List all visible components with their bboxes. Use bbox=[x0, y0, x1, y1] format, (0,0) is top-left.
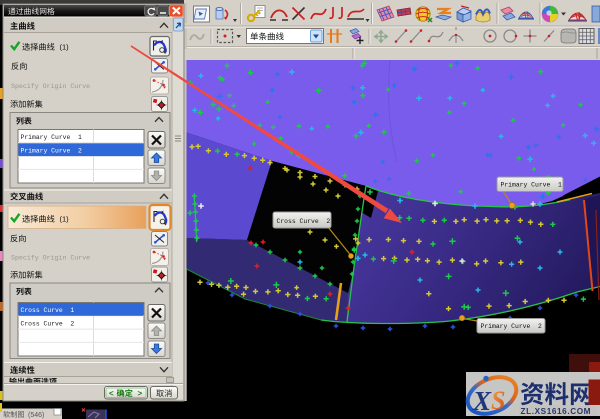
svg-text:(546): (546) bbox=[28, 412, 44, 419]
svg-text:(1): (1) bbox=[60, 43, 70, 52]
svg-text:Cross Curve 2: Cross Curve 2 bbox=[277, 218, 331, 225]
svg-text:Cross Curve 1: Cross Curve 1 bbox=[21, 307, 75, 314]
svg-text:Specify Origin Curve: Specify Origin Curve bbox=[11, 255, 90, 262]
svg-text:ZL.XS1616.COM: ZL.XS1616.COM bbox=[521, 407, 592, 416]
svg-text:<: < bbox=[109, 389, 114, 398]
svg-text:Primary Curve 1: Primary Curve 1 bbox=[21, 134, 83, 141]
svg-text:(1): (1) bbox=[60, 215, 70, 224]
svg-text:X: X bbox=[472, 386, 492, 416]
svg-text:Primary Curve 2: Primary Curve 2 bbox=[21, 147, 83, 154]
svg-text:Specify Origin Curve: Specify Origin Curve bbox=[11, 83, 90, 90]
svg-text:Primary Curve 2: Primary Curve 2 bbox=[481, 323, 543, 330]
svg-text:>: > bbox=[138, 389, 143, 398]
svg-text:Primary Curve 1: Primary Curve 1 bbox=[501, 182, 563, 189]
svg-text:Cross Curve 2: Cross Curve 2 bbox=[21, 320, 75, 327]
svg-text:S: S bbox=[491, 386, 505, 415]
